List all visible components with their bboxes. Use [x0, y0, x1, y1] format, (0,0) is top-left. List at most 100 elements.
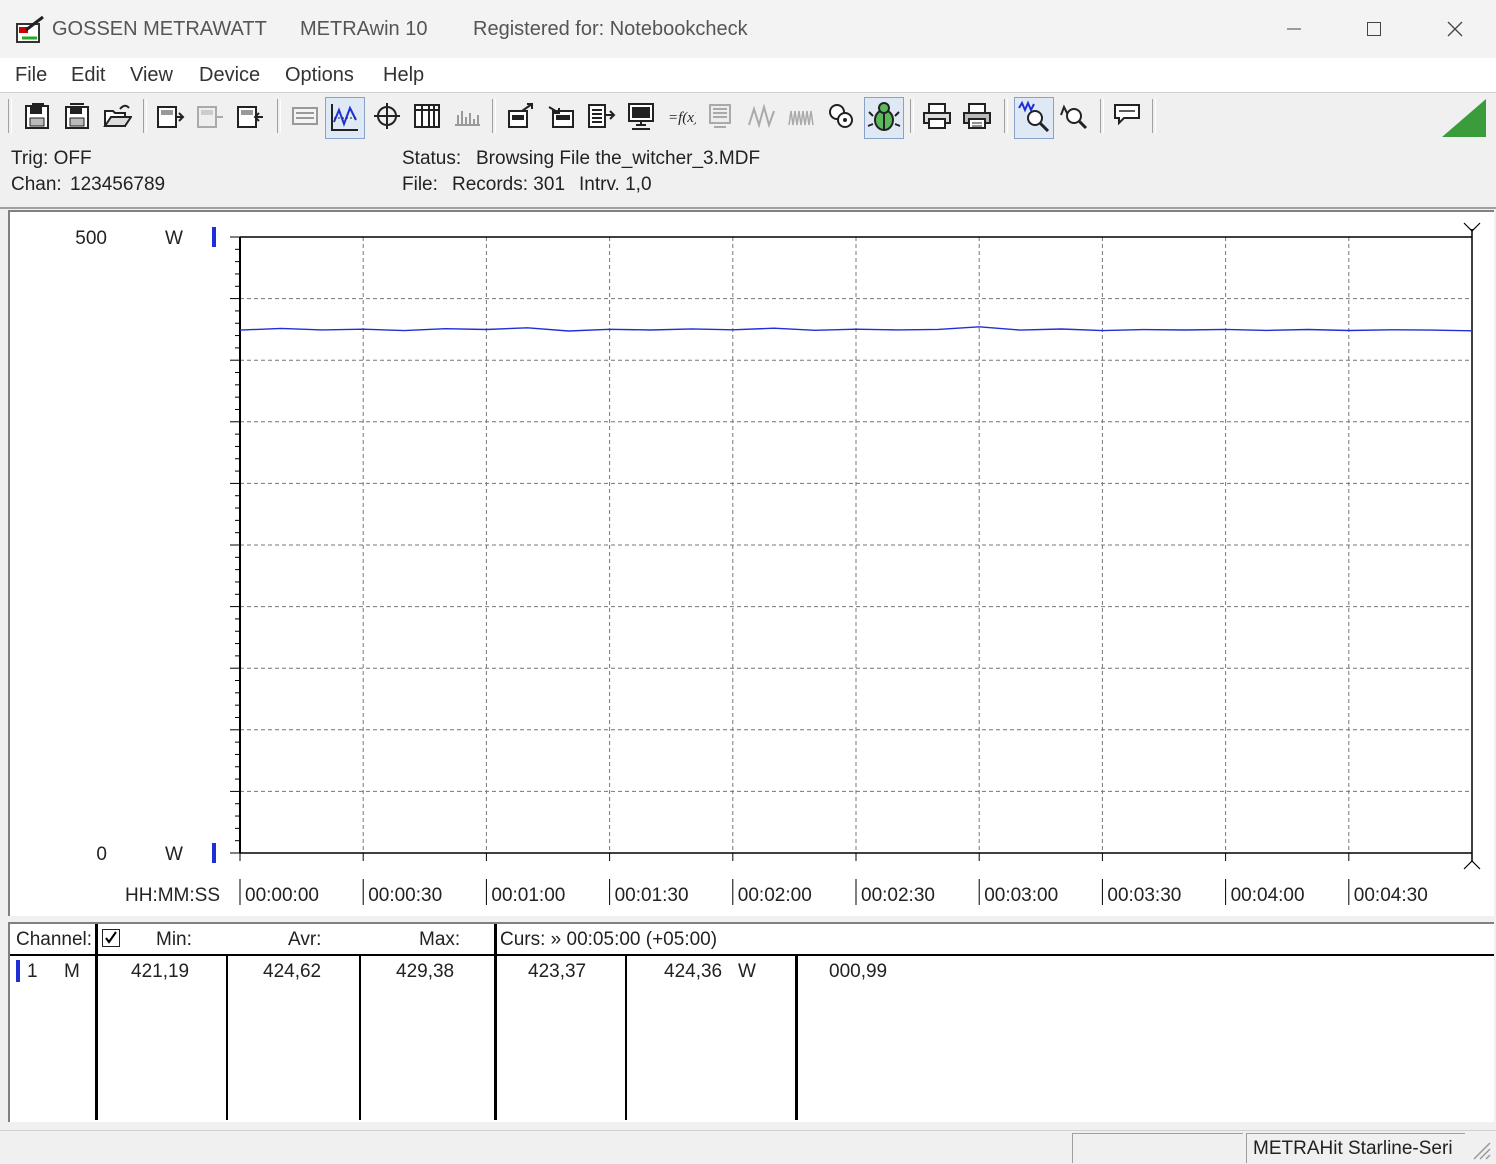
chart-axes: [212, 222, 1481, 870]
x-tick-label: 00:04:00: [1231, 885, 1305, 906]
formula-icon[interactable]: =f(x): [666, 101, 696, 131]
table-column-divider: [625, 955, 627, 1120]
channel-value: 123456789: [70, 174, 166, 195]
table-column-divider: [494, 924, 497, 1120]
status-bar-device-pane: METRAHit Starline-Seri: [1246, 1133, 1465, 1163]
disabled-a-icon[interactable]: [706, 101, 736, 131]
wave-disabled-icon[interactable]: [786, 101, 816, 131]
channel-checkbox[interactable]: [102, 929, 120, 947]
header-avr: Avr:: [288, 929, 322, 950]
menu-file[interactable]: File: [15, 64, 47, 87]
minimize-button[interactable]: [1264, 8, 1324, 50]
close-button[interactable]: [1425, 8, 1485, 50]
maximize-button[interactable]: [1344, 8, 1404, 50]
status-label: Status:: [402, 148, 462, 169]
channel-table: Channel: Min: Avr: Max: Curs: » 00:05:00…: [8, 922, 1494, 1122]
zoom-in-icon: [1018, 100, 1050, 133]
row-unit: W: [738, 961, 756, 982]
x-tick-label: 00:03:00: [984, 885, 1058, 906]
menu-help[interactable]: Help: [383, 64, 424, 87]
chart-ticks: [230, 236, 1350, 905]
y-unit-bottom: W: [165, 844, 183, 865]
menu-view[interactable]: View: [130, 64, 173, 87]
toolbar-separator: [1152, 99, 1156, 133]
y-max-label: 500: [75, 228, 107, 249]
zoom-out-icon[interactable]: [1058, 101, 1088, 131]
chart-view-icon: [331, 104, 358, 131]
app-logo-icon: [16, 15, 44, 43]
save-icon[interactable]: [22, 101, 52, 131]
status-value: Browsing File the_witcher_3.MDF: [476, 148, 761, 169]
file-label: File:: [402, 174, 438, 195]
table-column-divider: [95, 924, 98, 1120]
table-header-divider: [10, 954, 1494, 956]
status-bar: METRAHit Starline-Seri: [0, 1130, 1496, 1164]
settings-icon[interactable]: [826, 101, 856, 131]
monitor-icon[interactable]: [626, 101, 656, 131]
device-read-icon[interactable]: [155, 101, 185, 131]
import-icon[interactable]: [546, 101, 576, 131]
device-write-icon[interactable]: [235, 101, 265, 131]
chart-panel[interactable]: 500 W 0 W HH:MM:SS 00:00:00 00:00:30 00:01:00 00…: [8, 210, 1494, 916]
x-tick-label: 00:02:00: [738, 885, 812, 906]
resize-grip-icon[interactable]: [1470, 1139, 1492, 1161]
row-min-value: 421,19: [131, 961, 190, 982]
header-channel: Channel:: [16, 929, 93, 950]
menu-edit[interactable]: Edit: [71, 64, 105, 87]
maximize-icon: [1367, 22, 1381, 36]
menu-device[interactable]: Device: [199, 64, 260, 87]
channel-color-marker: [16, 960, 20, 982]
interval-value: Intrv. 1,0: [579, 174, 652, 195]
x-tick-label: 00:04:30: [1354, 885, 1428, 906]
histogram-icon[interactable]: [452, 101, 482, 131]
trigger-status: Trig: OFF: [11, 148, 92, 169]
svg-text:=f(x): =f(x): [668, 110, 696, 126]
x-tick-label: 00:00:30: [368, 885, 442, 906]
wave-icon[interactable]: [746, 101, 776, 131]
export-icon[interactable]: [506, 101, 536, 131]
row-channel-mode: M: [64, 961, 80, 982]
open-icon[interactable]: [102, 101, 132, 131]
toolbar-separator: [277, 99, 281, 133]
close-icon: [1447, 21, 1463, 37]
menu-bar: File Edit View Device Options Help: [0, 58, 1496, 92]
table-column-divider: [795, 955, 798, 1120]
channel-label: Chan:: [11, 174, 62, 195]
header-max: Max:: [419, 929, 461, 950]
zoom-in-button[interactable]: [1014, 97, 1054, 139]
x-tick-label: 00:01:00: [491, 885, 565, 906]
toolbar-separator: [1100, 99, 1104, 133]
power-chart[interactable]: 500 W 0 W HH:MM:SS 00:00:00 00:00:30 00:01:00 00…: [10, 212, 1494, 916]
table-column-divider: [226, 955, 228, 1120]
cursor-bottom-marker: [1463, 860, 1481, 870]
list-view-icon[interactable]: [290, 101, 320, 131]
print-icon[interactable]: [922, 101, 952, 131]
y-unit-top: W: [165, 228, 183, 249]
menu-options[interactable]: Options: [285, 64, 354, 87]
toolbar-separator: [492, 99, 496, 133]
chart-view-button[interactable]: [325, 97, 365, 139]
y-max-marker: [212, 227, 216, 247]
table-column-divider: [359, 955, 361, 1120]
device-disabled-icon[interactable]: [195, 101, 225, 131]
bug-button[interactable]: [864, 97, 904, 139]
cursor-icon[interactable]: [372, 101, 402, 131]
registration-text: Registered for: Notebookcheck: [473, 18, 748, 40]
minimize-icon: [1287, 28, 1301, 30]
device-name: METRAHit Starline-Seri: [1253, 1138, 1453, 1159]
y-min-marker: [212, 843, 216, 863]
header-min: Min:: [156, 929, 192, 950]
print-preview-icon[interactable]: [962, 101, 992, 131]
x-tick-label: 00:02:30: [861, 885, 935, 906]
toolbar-separator: [1004, 99, 1008, 133]
checkmark-icon: [105, 931, 117, 944]
save-as-icon[interactable]: [62, 101, 92, 131]
row-channel-number[interactable]: 1: [27, 961, 38, 983]
analysis-icon[interactable]: [586, 101, 616, 131]
table-view-icon[interactable]: [412, 101, 442, 131]
x-tick-label: 00:01:30: [615, 885, 689, 906]
row-cursor1-value: 423,37: [528, 961, 587, 982]
comment-icon[interactable]: [1112, 101, 1142, 131]
row-avr-value: 424,62: [263, 961, 322, 982]
records-count: Records: 301: [452, 174, 566, 195]
